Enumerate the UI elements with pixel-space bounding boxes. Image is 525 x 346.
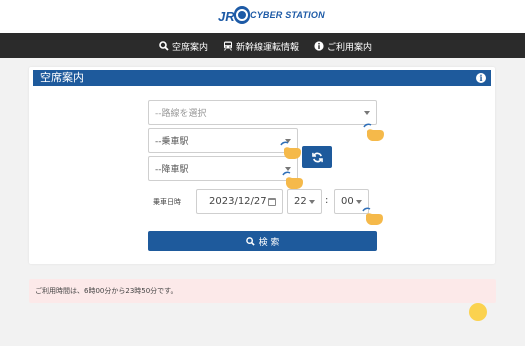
refresh-icon	[311, 152, 323, 162]
logo-brand-text: CYBER STATION	[250, 10, 325, 20]
top-header: JR CYBER STATION	[0, 0, 525, 33]
info-icon[interactable]: i	[476, 73, 486, 83]
route-select-value: --路線を選択	[155, 109, 207, 119]
date-input[interactable]: 2023/12/27	[196, 189, 283, 214]
chevron-down-icon	[285, 138, 291, 143]
logo-ring-icon	[236, 9, 248, 21]
info-circle-icon	[314, 41, 324, 51]
nav-label-vacancy: 空席案内	[172, 42, 209, 53]
service-hours-notice: ご利用時間は、6時00分から23時50分です。	[29, 279, 496, 303]
search-button-label: 検 索	[258, 237, 280, 248]
minute-value: 00	[341, 196, 354, 207]
panel-title: 空席案内	[40, 71, 84, 84]
nav-label-shinkansen-info: 新幹線運転情報	[236, 42, 300, 53]
nav-item-guide[interactable]: ご利用案内	[314, 39, 372, 53]
date-value: 2023/12/27	[209, 196, 267, 207]
search-icon	[159, 41, 169, 51]
train-icon	[224, 41, 232, 51]
arrival-station-select[interactable]: --降車駅	[148, 156, 298, 181]
route-select[interactable]: --路線を選択	[148, 100, 377, 125]
logo-jr: JR	[218, 9, 235, 24]
hour-select[interactable]: 22	[287, 189, 322, 214]
hour-value: 22	[294, 196, 307, 207]
chevron-down-icon	[364, 110, 370, 115]
search-button[interactable]: 検 索	[148, 231, 377, 251]
panel-header: 空席案内 i	[33, 70, 491, 86]
search-icon	[245, 236, 255, 246]
chevron-down-icon	[285, 166, 291, 171]
main-navbar: 空席案内 新幹線運転情報 ご利用案内	[0, 33, 525, 58]
calendar-icon	[268, 198, 276, 206]
swap-stations-button[interactable]	[302, 146, 332, 168]
nav-item-shinkansen-info[interactable]: 新幹線運転情報	[223, 39, 299, 53]
departure-station-select[interactable]: --乗車駅	[148, 128, 298, 153]
arrival-station-value: --降車駅	[155, 165, 189, 175]
chevron-down-icon	[309, 199, 315, 204]
site-logo[interactable]: JR CYBER STATION	[218, 6, 325, 28]
departure-station-value: --乗車駅	[155, 137, 189, 147]
nav-item-vacancy[interactable]: 空席案内	[159, 39, 208, 53]
time-separator: :	[325, 195, 329, 206]
date-time-label: 乗車日時	[153, 198, 181, 206]
notice-text: ご利用時間は、6時00分から23時50分です。	[35, 287, 178, 295]
chevron-down-icon	[356, 199, 362, 204]
nav-label-guide: ご利用案内	[327, 42, 373, 53]
minute-select[interactable]: 00	[334, 189, 369, 214]
recommend-badge-icon[interactable]	[469, 303, 487, 321]
